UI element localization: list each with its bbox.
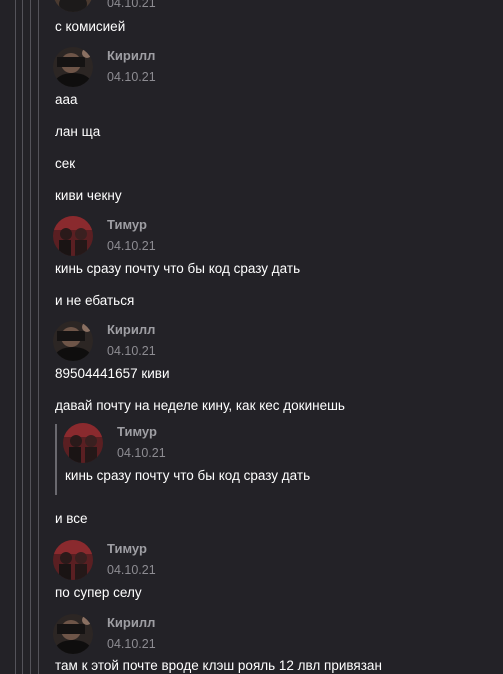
message-text: сек bbox=[55, 156, 76, 171]
author-name[interactable]: Тимур bbox=[107, 217, 147, 232]
thread-guide-line bbox=[22, 0, 23, 674]
user-avatar[interactable] bbox=[53, 47, 93, 87]
message-text: и все bbox=[55, 511, 88, 526]
author-name[interactable]: Кирилл bbox=[107, 322, 155, 337]
user-avatar[interactable] bbox=[53, 540, 93, 580]
quoted-user-avatar[interactable] bbox=[63, 423, 103, 463]
author-name[interactable]: Тимур bbox=[107, 541, 147, 556]
message-text: ааа bbox=[55, 92, 78, 107]
user-avatar[interactable] bbox=[53, 0, 93, 12]
message-text: кинь сразу почту что бы код сразу дать bbox=[55, 261, 301, 276]
user-avatar[interactable] bbox=[53, 321, 93, 361]
thread-guide-line bbox=[30, 0, 31, 674]
message-text: там к этой почте вроде клэш рояль 12 лвл… bbox=[55, 658, 382, 673]
message-date: 04.10.21 bbox=[107, 637, 156, 651]
message-date: 04.10.21 bbox=[107, 239, 156, 253]
quoted-message-text: кинь сразу почту что бы код сразу дать bbox=[65, 468, 311, 483]
message-text: по супер селу bbox=[55, 585, 142, 600]
message-text: киви чекну bbox=[55, 188, 122, 203]
thread-guide-line bbox=[15, 0, 16, 674]
message-text: 89504441657 киви bbox=[55, 366, 170, 381]
message-text: и не ебаться bbox=[55, 293, 135, 308]
message-text: давай почту на неделе кину, как кес доки… bbox=[55, 398, 345, 413]
message-date: 04.10.21 bbox=[107, 344, 156, 358]
message-date: 04.10.21 bbox=[107, 563, 156, 577]
message-date: 04.10.21 bbox=[107, 0, 156, 10]
message-text: с комисией bbox=[55, 19, 126, 34]
author-name[interactable]: Кирилл bbox=[107, 615, 155, 630]
user-avatar[interactable] bbox=[53, 614, 93, 654]
quote-bar bbox=[55, 424, 57, 495]
user-avatar[interactable] bbox=[53, 216, 93, 256]
message-text: лан ща bbox=[55, 124, 101, 139]
message-date: 04.10.21 bbox=[107, 70, 156, 84]
author-name[interactable]: Кирилл bbox=[107, 48, 155, 63]
quoted-message-date: 04.10.21 bbox=[117, 446, 166, 460]
thread-guide-line bbox=[38, 0, 39, 674]
quoted-author-name[interactable]: Тимур bbox=[117, 424, 157, 439]
